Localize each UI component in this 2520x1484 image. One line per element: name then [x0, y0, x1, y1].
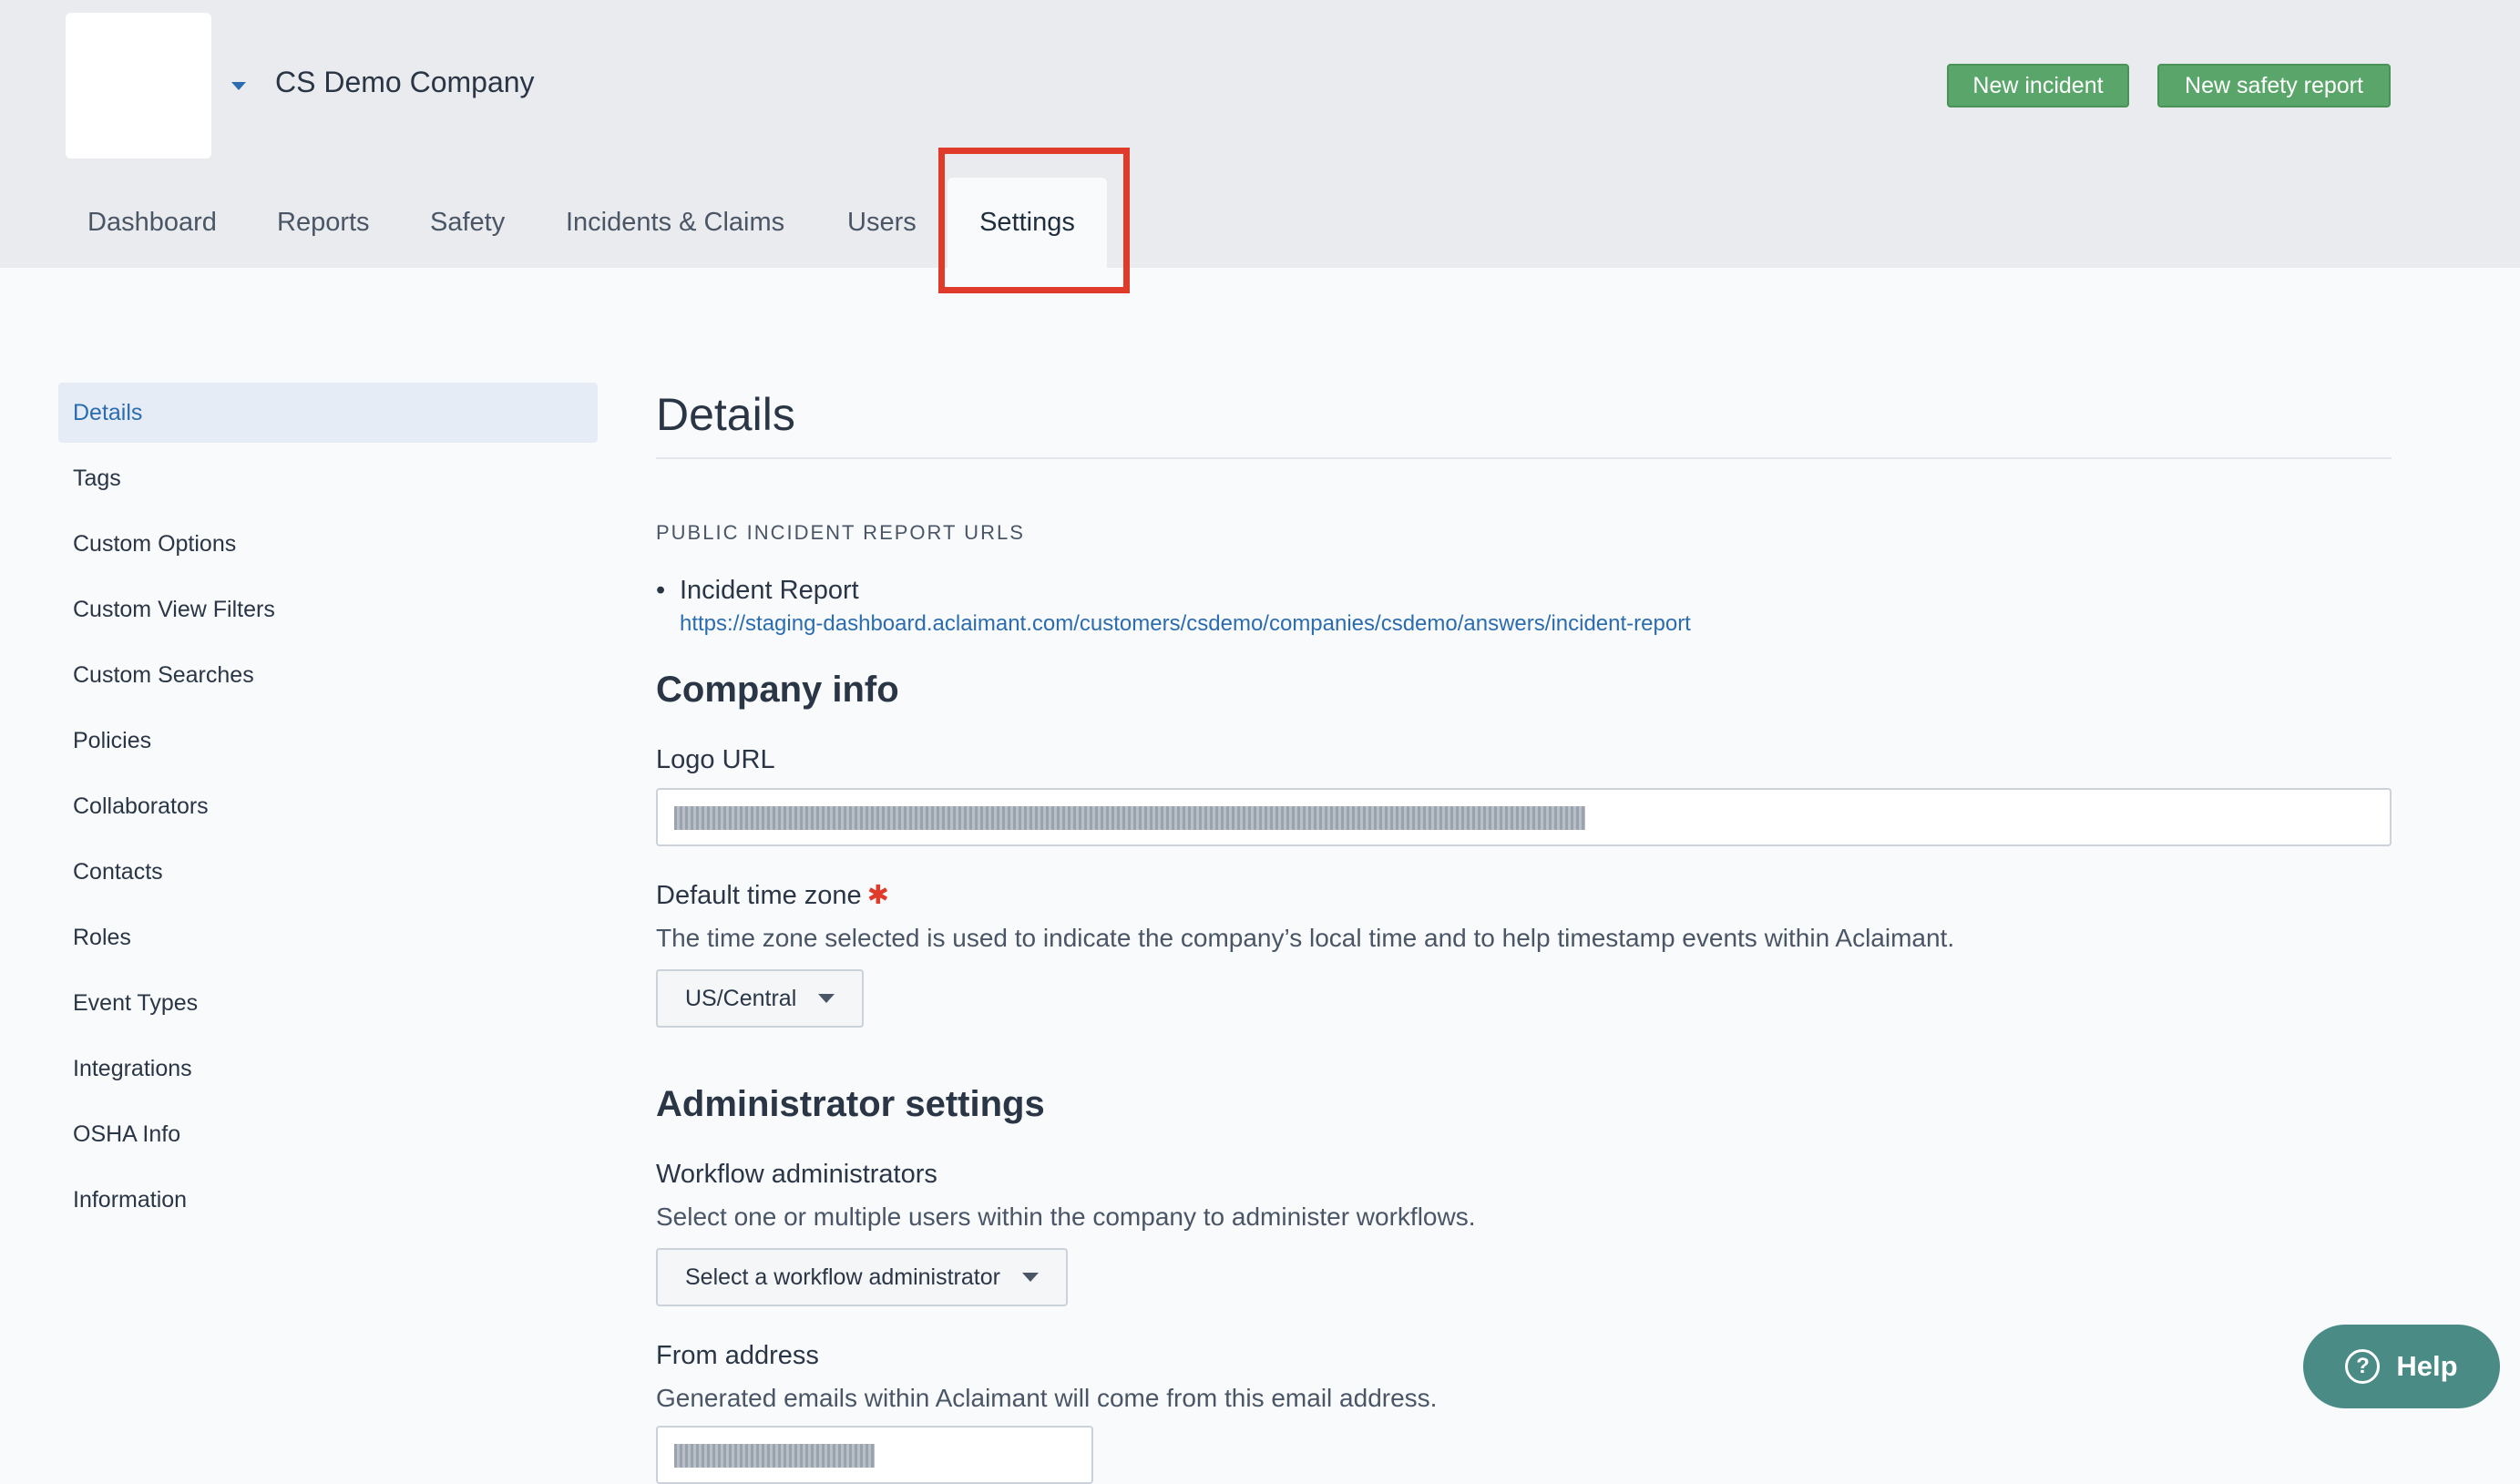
sidebar-item-custom-searches[interactable]: Custom Searches	[58, 645, 598, 705]
public-urls-label: PUBLIC INCIDENT REPORT URLS	[656, 521, 1025, 544]
help-button[interactable]: ? Help	[2303, 1325, 2500, 1408]
settings-highlight-box	[938, 148, 1130, 293]
from-address-label: From address	[656, 1341, 819, 1370]
company-info-heading: Company info	[656, 670, 899, 710]
logo-url-input[interactable]	[656, 788, 2392, 846]
time-zone-select[interactable]: US/Central	[656, 969, 865, 1028]
sidebar-item-collaborators[interactable]: Collaborators	[58, 776, 598, 836]
details-panel: Details PUBLIC INCIDENT REPORT URLS • In…	[656, 383, 2392, 1484]
logo-url-label: Logo URL	[656, 745, 775, 774]
sidebar-item-event-types[interactable]: Event Types	[58, 973, 598, 1033]
sidebar-item-custom-view-filters[interactable]: Custom View Filters	[58, 579, 598, 640]
sidebar-item-contacts[interactable]: Contacts	[58, 842, 598, 902]
help-label: Help	[2396, 1350, 2458, 1382]
sidebar-item-osha-info[interactable]: OSHA Info	[58, 1104, 598, 1164]
new-safety-report-button[interactable]: New safety report	[2157, 64, 2391, 107]
sidebar-item-details[interactable]: Details	[58, 383, 598, 443]
tab-safety[interactable]: Safety	[430, 178, 505, 268]
workflow-admin-placeholder: Select a workflow administrator	[685, 1264, 1000, 1290]
page-title: Details	[656, 389, 795, 440]
question-circle-icon: ?	[2345, 1349, 2381, 1384]
sidebar-item-custom-options[interactable]: Custom Options	[58, 514, 598, 574]
title-divider	[656, 457, 2392, 459]
chevron-down-icon	[1021, 1273, 1039, 1282]
incident-report-item: • Incident Report	[656, 576, 2392, 606]
chevron-down-icon[interactable]	[231, 82, 246, 90]
sidebar-item-policies[interactable]: Policies	[58, 711, 598, 771]
incident-report-link[interactable]: https://staging-dashboard.aclaimant.com/…	[680, 611, 2392, 637]
chevron-down-icon	[818, 994, 835, 1003]
incident-report-title: Incident Report	[680, 576, 859, 605]
workflow-admin-select[interactable]: Select a workflow administrator	[656, 1248, 1068, 1306]
tab-users[interactable]: Users	[847, 178, 917, 268]
redacted-value	[674, 1444, 875, 1468]
company-logo[interactable]	[66, 13, 211, 159]
tab-incidents-claims[interactable]: Incidents & Claims	[566, 178, 784, 268]
settings-sidebar: Details Tags Custom Options Custom View …	[58, 383, 598, 1235]
sidebar-item-information[interactable]: Information	[58, 1170, 598, 1230]
workflow-admins-help: Select one or multiple users within the …	[656, 1203, 1476, 1231]
time-zone-help: The time zone selected is used to indica…	[656, 924, 1955, 952]
required-asterisk-icon: ✱	[866, 881, 889, 910]
tab-dashboard[interactable]: Dashboard	[87, 178, 217, 268]
from-address-help: Generated emails within Aclaimant will c…	[656, 1384, 1438, 1412]
bullet-icon: •	[656, 576, 666, 605]
admin-settings-heading: Administrator settings	[656, 1084, 1045, 1124]
from-address-input[interactable]	[656, 1426, 1093, 1484]
sidebar-item-tags[interactable]: Tags	[58, 448, 598, 508]
new-incident-button[interactable]: New incident	[1947, 64, 2129, 107]
company-name[interactable]: CS Demo Company	[275, 66, 535, 99]
sidebar-item-roles[interactable]: Roles	[58, 907, 598, 967]
sidebar-item-integrations[interactable]: Integrations	[58, 1039, 598, 1099]
time-zone-label: Default time zone ✱	[656, 881, 889, 910]
tab-reports[interactable]: Reports	[277, 178, 370, 268]
workflow-admins-label: Workflow administrators	[656, 1160, 937, 1189]
redacted-value	[674, 806, 1585, 830]
time-zone-value: US/Central	[685, 985, 797, 1011]
top-header: CS Demo Company New incident New safety …	[0, 0, 2520, 268]
